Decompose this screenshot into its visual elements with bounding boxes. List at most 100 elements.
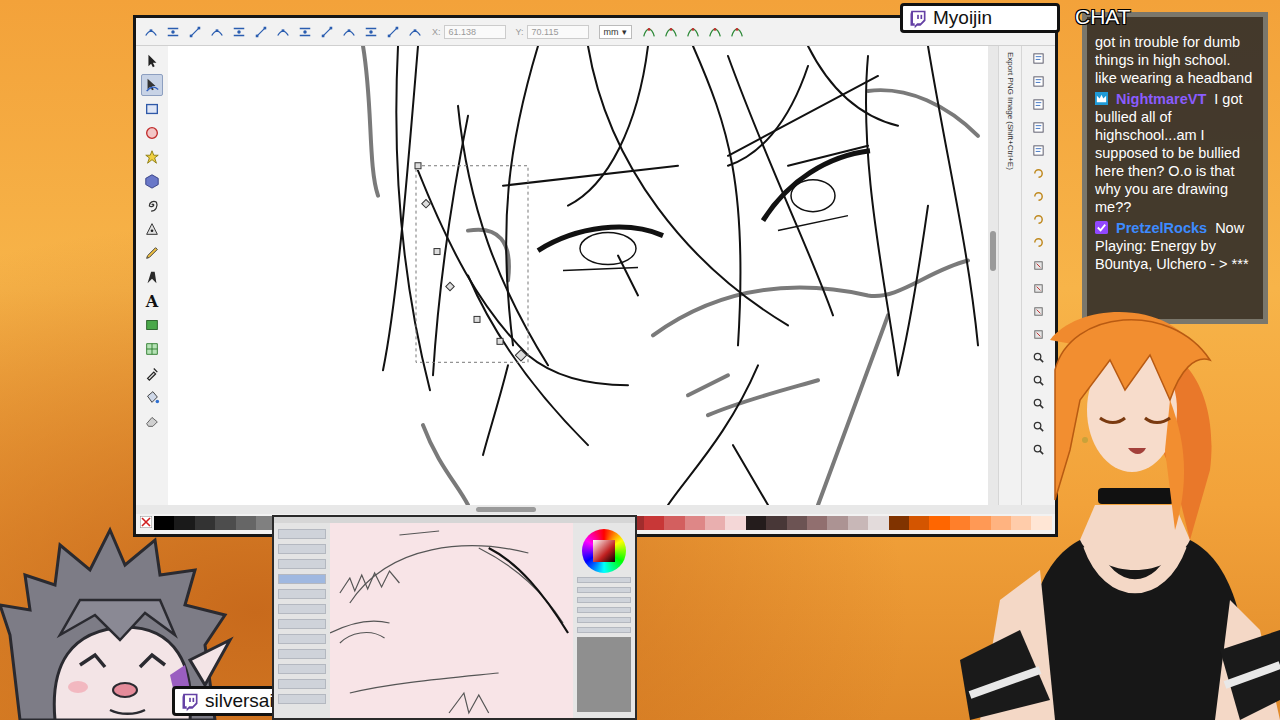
tool-button[interactable] bbox=[141, 266, 163, 288]
tool-button[interactable] bbox=[141, 170, 163, 192]
command-icon[interactable] bbox=[1032, 328, 1045, 341]
node-option-icon[interactable] bbox=[342, 25, 356, 39]
path-nodes[interactable] bbox=[415, 163, 527, 361]
palette-swatch[interactable] bbox=[705, 516, 725, 530]
tool-button[interactable] bbox=[141, 218, 163, 240]
node-option-icon[interactable] bbox=[408, 25, 422, 39]
node-option-icon[interactable] bbox=[276, 25, 290, 39]
drawing-canvas[interactable] bbox=[168, 46, 988, 505]
tool-button[interactable] bbox=[141, 194, 163, 216]
palette-swatch[interactable] bbox=[991, 516, 1011, 530]
palette-swatch[interactable] bbox=[685, 516, 705, 530]
command-icon[interactable] bbox=[1032, 190, 1045, 203]
vertical-scrollbar[interactable] bbox=[988, 46, 998, 505]
panel-row[interactable] bbox=[278, 529, 326, 539]
color-square[interactable] bbox=[593, 540, 615, 562]
palette-swatch[interactable] bbox=[950, 516, 970, 530]
command-icon[interactable] bbox=[1032, 236, 1045, 249]
tool-button[interactable] bbox=[141, 242, 163, 264]
tool-button[interactable] bbox=[141, 386, 163, 408]
node-option-icon[interactable] bbox=[166, 25, 180, 39]
palette-swatch[interactable] bbox=[174, 516, 194, 530]
no-paint-icon[interactable] bbox=[140, 516, 152, 528]
palette-swatch[interactable] bbox=[1031, 516, 1051, 530]
unit-dropdown[interactable]: mm ▾ bbox=[599, 25, 632, 39]
panel-row[interactable] bbox=[577, 607, 631, 613]
command-icon[interactable] bbox=[1032, 144, 1045, 157]
color-wheel[interactable] bbox=[582, 529, 626, 573]
panel-row[interactable] bbox=[278, 679, 326, 689]
chat-username[interactable]: PretzelRocks bbox=[1116, 220, 1207, 236]
path-effect-icon[interactable] bbox=[730, 25, 744, 39]
palette-swatch[interactable] bbox=[827, 516, 847, 530]
path-effect-icon[interactable] bbox=[642, 25, 656, 39]
panel-row[interactable] bbox=[577, 597, 631, 603]
panel-row[interactable] bbox=[278, 694, 326, 704]
panel-row[interactable] bbox=[278, 634, 326, 644]
node-option-icon[interactable] bbox=[254, 25, 268, 39]
node-option-icon[interactable] bbox=[320, 25, 334, 39]
node-option-icon[interactable] bbox=[144, 25, 158, 39]
tool-button[interactable] bbox=[141, 362, 163, 384]
palette-swatch[interactable] bbox=[766, 516, 786, 530]
panel-row[interactable] bbox=[577, 577, 631, 583]
palette-swatch[interactable] bbox=[664, 516, 684, 530]
palette-swatch[interactable] bbox=[195, 516, 215, 530]
path-effect-icon[interactable] bbox=[708, 25, 722, 39]
node-option-icon[interactable] bbox=[364, 25, 378, 39]
y-field[interactable]: Y: 70.115 bbox=[516, 25, 589, 39]
command-icon[interactable] bbox=[1032, 305, 1045, 318]
tool-button[interactable] bbox=[141, 98, 163, 120]
palette-swatch[interactable] bbox=[929, 516, 949, 530]
dock-tab[interactable]: Export PNG Image (Shift+Ctrl+E) bbox=[998, 46, 1022, 505]
command-icon[interactable] bbox=[1032, 52, 1045, 65]
path-effect-icon[interactable] bbox=[664, 25, 678, 39]
tool-button[interactable] bbox=[141, 410, 163, 432]
node-option-icon[interactable] bbox=[210, 25, 224, 39]
panel-row[interactable] bbox=[278, 649, 326, 659]
palette-swatch[interactable] bbox=[889, 516, 909, 530]
tool-button[interactable] bbox=[141, 74, 163, 96]
command-icon[interactable] bbox=[1032, 282, 1045, 295]
panel-row[interactable] bbox=[278, 559, 326, 569]
panel-row[interactable] bbox=[278, 574, 326, 584]
tool-button[interactable] bbox=[141, 314, 163, 336]
chat-username[interactable]: NightmareVT bbox=[1116, 91, 1206, 107]
panel-row[interactable] bbox=[577, 627, 631, 633]
panel-row[interactable] bbox=[577, 617, 631, 623]
tool-button[interactable] bbox=[141, 338, 163, 360]
command-icon[interactable] bbox=[1032, 420, 1045, 433]
palette-swatch[interactable] bbox=[746, 516, 766, 530]
tool-button[interactable] bbox=[141, 122, 163, 144]
palette-swatch[interactable] bbox=[236, 516, 256, 530]
panel-row[interactable] bbox=[278, 604, 326, 614]
scroll-thumb[interactable] bbox=[476, 507, 536, 512]
node-option-icon[interactable] bbox=[188, 25, 202, 39]
node-option-icon[interactable] bbox=[232, 25, 246, 39]
command-icon[interactable] bbox=[1032, 443, 1045, 456]
command-icon[interactable] bbox=[1032, 98, 1045, 111]
palette-swatch[interactable] bbox=[807, 516, 827, 530]
panel-row[interactable] bbox=[278, 664, 326, 674]
x-field[interactable]: X: 61.138 bbox=[432, 25, 506, 39]
palette-swatch[interactable] bbox=[787, 516, 807, 530]
palette-swatch[interactable] bbox=[868, 516, 888, 530]
panel-row[interactable] bbox=[278, 544, 326, 554]
panel-row[interactable] bbox=[278, 589, 326, 599]
palette-swatch[interactable] bbox=[909, 516, 929, 530]
path-effect-icon[interactable] bbox=[686, 25, 700, 39]
horizontal-scrollbar[interactable] bbox=[136, 505, 1055, 514]
command-icon[interactable] bbox=[1032, 351, 1045, 364]
command-icon[interactable] bbox=[1032, 75, 1045, 88]
palette-swatch[interactable] bbox=[1011, 516, 1031, 530]
tool-button[interactable] bbox=[141, 146, 163, 168]
panel-row[interactable] bbox=[278, 619, 326, 629]
palette-swatch[interactable] bbox=[725, 516, 745, 530]
palette-swatch[interactable] bbox=[970, 516, 990, 530]
node-option-icon[interactable] bbox=[386, 25, 400, 39]
palette-swatch[interactable] bbox=[848, 516, 868, 530]
palette-swatch[interactable] bbox=[215, 516, 235, 530]
tool-button[interactable]: A bbox=[141, 290, 163, 312]
node-option-icon[interactable] bbox=[298, 25, 312, 39]
palette-swatch[interactable] bbox=[644, 516, 664, 530]
